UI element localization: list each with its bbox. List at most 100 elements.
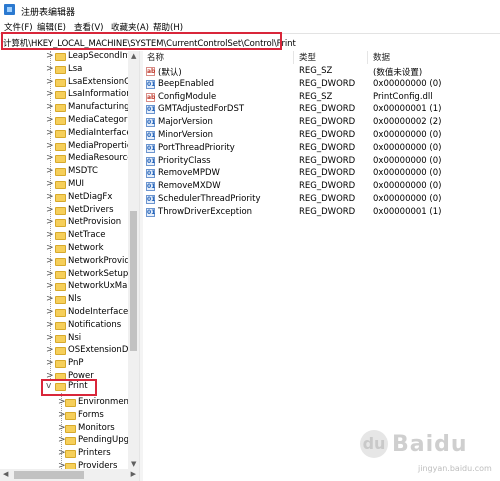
value-row[interactable]: ab ConfigModule REG_SZ PrintConfig.dll xyxy=(143,92,500,104)
tree-item-label: MediaResources xyxy=(68,153,137,164)
column-header-data[interactable]: 数据 xyxy=(373,51,390,64)
tree-item[interactable]: > LeapSecondInfo xyxy=(0,51,140,64)
scroll-left-arrow-icon[interactable]: ◀ xyxy=(3,470,8,478)
scroll-right-arrow-icon[interactable]: ▶ xyxy=(131,470,136,478)
tree-item[interactable]: > NetworkSetup2 xyxy=(0,269,140,282)
tree-item[interactable]: > Lsa xyxy=(0,64,140,77)
tree-item[interactable]: > NetTrace xyxy=(0,230,140,243)
scroll-down-arrow-icon[interactable]: ▼ xyxy=(131,460,136,468)
folder-icon xyxy=(55,360,66,369)
tree-subitem[interactable]: > PendingUpgr xyxy=(0,435,140,448)
tree-item[interactable]: > MediaCategorie xyxy=(0,115,140,128)
tree-item[interactable]: > NodeInterfaces xyxy=(0,307,140,320)
expand-chevron-icon[interactable]: > xyxy=(46,77,54,87)
expand-chevron-icon[interactable]: > xyxy=(46,179,54,189)
expand-chevron-icon[interactable]: > xyxy=(46,281,54,291)
value-row[interactable]: ab (默认) REG_SZ (数值未设置) xyxy=(143,66,500,78)
expand-chevron-icon[interactable]: > xyxy=(46,205,54,215)
tree-subitem[interactable]: > Forms xyxy=(0,410,140,423)
tree-hscroll-thumb[interactable] xyxy=(14,471,84,479)
tree-item[interactable]: > ManufacturingM xyxy=(0,102,140,115)
expand-chevron-icon[interactable]: > xyxy=(46,243,54,253)
value-row[interactable]: 01 PriorityClass REG_DWORD 0x00000000 (0) xyxy=(143,156,500,168)
expand-chevron-icon[interactable]: > xyxy=(46,128,54,138)
expand-chevron-icon[interactable]: > xyxy=(46,217,54,227)
dword-value-icon: 01 xyxy=(146,79,156,89)
expand-chevron-icon[interactable]: > xyxy=(46,89,54,99)
expand-chevron-icon[interactable]: > xyxy=(46,64,54,74)
column-divider[interactable] xyxy=(293,51,294,64)
tree-subitem[interactable]: > Monitors xyxy=(0,423,140,436)
folder-icon xyxy=(55,347,66,356)
tree-item[interactable]: > OSExtensionData xyxy=(0,345,140,358)
expand-chevron-icon[interactable]: > xyxy=(46,256,54,266)
expand-chevron-icon[interactable]: > xyxy=(46,358,54,368)
tree-item[interactable]: > MSDTC xyxy=(0,166,140,179)
value-name: PriorityClass xyxy=(158,155,211,166)
expand-chevron-icon[interactable]: > xyxy=(46,294,54,304)
regedit-app-icon xyxy=(4,4,15,15)
tree-item-label: Network xyxy=(68,243,104,253)
tree-item[interactable]: > Nsi xyxy=(0,333,140,346)
tree-item-label: MediaPropertie xyxy=(68,140,133,151)
value-row[interactable]: 01 RemoveMPDW REG_DWORD 0x00000000 (0) xyxy=(143,168,500,180)
column-header-type[interactable]: 类型 xyxy=(299,51,316,64)
value-row[interactable]: 01 GMTAdjustedForDST REG_DWORD 0x00000001 (… xyxy=(143,104,500,116)
tree-item[interactable]: > MediaResources xyxy=(0,153,140,166)
value-name: RemoveMPDW xyxy=(158,168,220,179)
value-row[interactable]: 01 MajorVersion REG_DWORD 0x00000002 (2) xyxy=(143,117,500,129)
expand-chevron-icon[interactable]: > xyxy=(46,166,54,176)
expand-chevron-icon[interactable]: > xyxy=(46,115,54,125)
expand-chevron-icon[interactable]: > xyxy=(46,269,54,279)
tree-item[interactable]: > PnP xyxy=(0,358,140,371)
tree-item[interactable]: > Nls xyxy=(0,294,140,307)
tree-subitem[interactable]: > Providers xyxy=(0,461,140,469)
tree-horizontal-scrollbar[interactable]: ◀ ▶ xyxy=(0,469,139,481)
tree-item-label: Nls xyxy=(68,294,82,305)
column-divider[interactable] xyxy=(367,51,368,64)
expand-chevron-icon[interactable]: > xyxy=(46,192,54,202)
tree-item[interactable]: > MediaPropertie xyxy=(0,141,140,154)
dword-value-icon: 01 xyxy=(146,182,156,192)
tree-vertical-scrollbar[interactable]: ▲ ▼ xyxy=(128,51,139,469)
tree-item[interactable]: > Notifications xyxy=(0,320,140,333)
column-header-name[interactable]: 名称 xyxy=(147,51,164,64)
value-data: 0x00000000 (0) xyxy=(373,181,442,192)
tree-item[interactable]: > MediaInterfaces xyxy=(0,128,140,141)
expand-chevron-icon[interactable]: > xyxy=(46,141,54,151)
expand-chevron-icon[interactable]: > xyxy=(46,102,54,112)
expand-chevron-icon[interactable]: > xyxy=(46,153,54,163)
scroll-up-arrow-icon[interactable]: ▲ xyxy=(131,52,136,60)
tree-subitem[interactable]: > Printers xyxy=(0,448,140,461)
tree-item[interactable]: > NetDrivers xyxy=(0,205,140,218)
tree-item[interactable]: > NetProvision xyxy=(0,217,140,230)
tree-subitem[interactable]: > Environments xyxy=(0,397,140,410)
tree-item[interactable]: > Network xyxy=(0,243,140,256)
value-type: REG_DWORD xyxy=(299,168,356,179)
value-row[interactable]: 01 BeepEnabled REG_DWORD 0x00000000 (0) xyxy=(143,79,500,91)
tree-item-label: ManufacturingM xyxy=(68,102,137,113)
value-name: MajorVersion xyxy=(158,117,213,128)
expand-chevron-icon[interactable]: > xyxy=(46,320,54,330)
expand-chevron-icon[interactable]: > xyxy=(46,230,54,240)
value-row[interactable]: 01 PortThreadPriority REG_DWORD 0x00000000 … xyxy=(143,143,500,155)
value-row[interactable]: 01 RemoveMXDW REG_DWORD 0x00000000 (0) xyxy=(143,181,500,193)
tree-item[interactable]: > NetworkProvide xyxy=(0,256,140,269)
tree-item[interactable]: > LsaInformation xyxy=(0,89,140,102)
dword-value-icon: 01 xyxy=(146,105,156,115)
title-bar: 注册表编辑器 xyxy=(0,0,500,20)
tree-item[interactable]: > NetDiagFx xyxy=(0,192,140,205)
tree-scroll-thumb[interactable] xyxy=(130,211,137,351)
folder-icon xyxy=(55,206,66,215)
tree-item[interactable]: > MUI xyxy=(0,179,140,192)
value-row[interactable]: 01 MinorVersion REG_DWORD 0x00000000 (0) xyxy=(143,130,500,142)
tree-item[interactable]: > NetworkUxMana xyxy=(0,281,140,294)
expand-chevron-icon[interactable]: > xyxy=(46,345,54,355)
expand-chevron-icon[interactable]: > xyxy=(46,307,54,317)
tree-item[interactable]: > LsaExtensionCor xyxy=(0,77,140,90)
expand-chevron-icon[interactable]: > xyxy=(46,333,54,343)
expand-chevron-icon[interactable]: > xyxy=(46,51,54,61)
tree-item-label: NetProvision xyxy=(68,217,122,228)
value-row[interactable]: 01 SchedulerThreadPriority REG_DWORD 0x0000… xyxy=(143,194,500,206)
value-row[interactable]: 01 ThrowDriverException REG_DWORD 0x0000000… xyxy=(143,207,500,219)
